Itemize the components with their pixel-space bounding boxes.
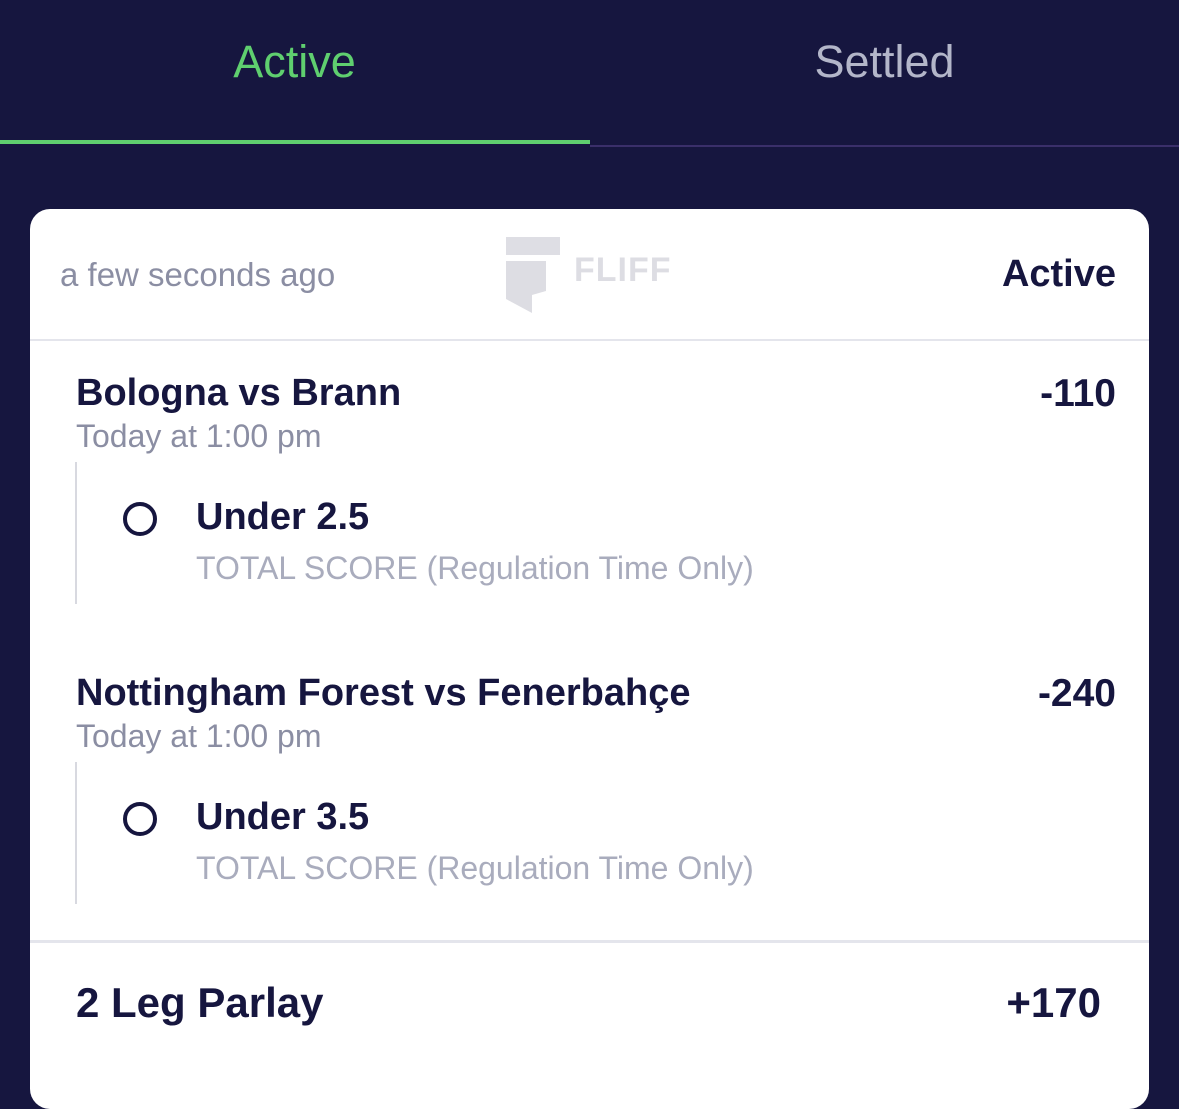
pick-selection: Under 3.5 — [196, 796, 370, 838]
pick-selection: Under 2.5 — [196, 496, 370, 538]
parlay-title: 2 Leg Parlay — [76, 979, 324, 1026]
fliff-logo-text: FLIFF — [574, 251, 672, 289]
bet-card[interactable]: a few seconds ago FLIFF Active Bologna v… — [30, 209, 1149, 1109]
leg-connector-line — [75, 462, 77, 604]
pick-status-circle-icon — [123, 802, 157, 836]
tab-settled[interactable]: Settled — [590, 0, 1179, 145]
bet-card-header: a few seconds ago FLIFF Active — [30, 209, 1149, 341]
tab-active[interactable]: Active — [0, 0, 589, 145]
leg-connector-line — [75, 762, 77, 904]
leg-odds: -110 — [1040, 372, 1116, 415]
pick-status-circle-icon — [123, 502, 157, 536]
leg-matchup: Bologna vs Brann — [76, 372, 402, 414]
leg-time: Today at 1:00 pm — [76, 718, 322, 754]
bet-status: Active — [1001, 253, 1116, 295]
active-tab-indicator — [0, 140, 590, 144]
parlay-divider — [30, 940, 1149, 943]
parlay-odds: +170 — [1006, 979, 1101, 1026]
bet-timestamp: a few seconds ago — [60, 256, 336, 293]
fliff-logo-watermark: FLIFF — [504, 235, 684, 315]
fliff-logo-icon — [506, 237, 560, 313]
leg-odds: -240 — [1037, 672, 1116, 715]
pick-market: TOTAL SCORE (Regulation Time Only) — [196, 550, 754, 586]
leg-matchup: Nottingham Forest vs Fenerbahçe — [76, 672, 691, 714]
leg-time: Today at 1:00 pm — [76, 418, 322, 454]
pick-market: TOTAL SCORE (Regulation Time Only) — [196, 850, 754, 886]
tab-divider — [590, 145, 1179, 147]
bet-tabs: Active Settled — [0, 0, 1179, 148]
